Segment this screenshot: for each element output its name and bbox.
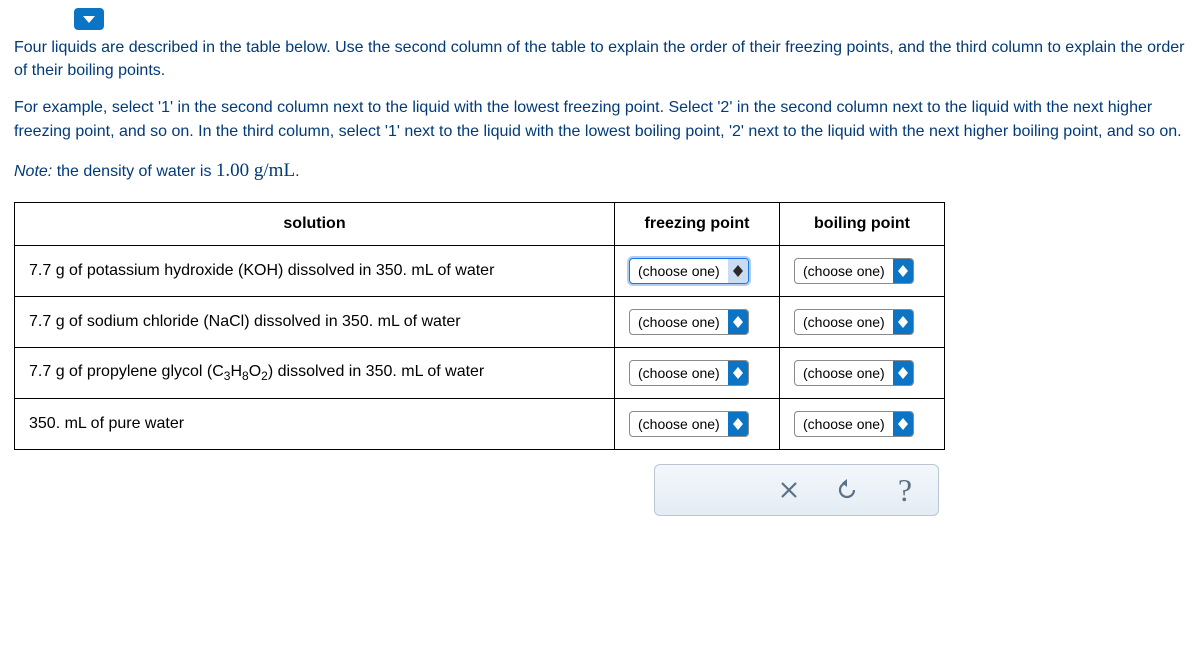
select-freezing-row1[interactable]: (choose one) (629, 309, 749, 335)
boiling-cell: (choose one) (780, 348, 945, 399)
instructions-p2: For example, select '1' in the second co… (14, 96, 1186, 142)
select-label: (choose one) (795, 259, 893, 283)
select-freezing-row3[interactable]: (choose one) (629, 411, 749, 437)
select-label: (choose one) (630, 412, 728, 436)
solution-cell: 350. mL of pure water (15, 399, 615, 450)
select-freezing-row2[interactable]: (choose one) (629, 360, 749, 386)
freezing-cell: (choose one) (615, 399, 780, 450)
solution-cell: 7.7 g of potassium hydroxide (KOH) disso… (15, 246, 615, 297)
table-row: 350. mL of pure water (choose one) (choose… (15, 399, 945, 450)
select-label: (choose one) (630, 310, 728, 334)
table-row: 7.7 g of propylene glycol (C3H8O2) disso… (15, 348, 945, 399)
select-boiling-row3[interactable]: (choose one) (794, 411, 914, 437)
header-boiling: boiling point (780, 203, 945, 246)
table-row: 7.7 g of sodium chloride (NaCl) dissolve… (15, 297, 945, 348)
solution-cell: 7.7 g of sodium chloride (NaCl) dissolve… (15, 297, 615, 348)
close-button[interactable] (774, 475, 804, 505)
help-button[interactable]: ? (890, 475, 920, 505)
instructions-p1: Four liquids are described in the table … (14, 36, 1186, 82)
reset-button[interactable] (832, 475, 862, 505)
note-period: . (295, 163, 299, 180)
density-value: 1.00 g/mL (216, 160, 295, 181)
select-label: (choose one) (795, 310, 893, 334)
freezing-cell: (choose one) (615, 348, 780, 399)
note-prefix: Note: (14, 163, 52, 180)
freezing-cell: (choose one) (615, 297, 780, 348)
updown-icon (728, 259, 748, 283)
select-label: (choose one) (795, 361, 893, 385)
table-row: 7.7 g of potassium hydroxide (KOH) disso… (15, 246, 945, 297)
select-label: (choose one) (630, 259, 728, 283)
instructions-note: Note: the density of water is 1.00 g/mL. (14, 157, 1186, 185)
updown-icon (893, 259, 913, 283)
boiling-cell: (choose one) (780, 399, 945, 450)
note-text: the density of water is (52, 163, 216, 180)
select-label: (choose one) (795, 412, 893, 436)
updown-icon (728, 310, 748, 334)
boiling-cell: (choose one) (780, 297, 945, 348)
select-boiling-row0[interactable]: (choose one) (794, 258, 914, 284)
solutions-table: solution freezing point boiling point 7.… (14, 202, 945, 450)
updown-icon (893, 412, 913, 436)
updown-icon (893, 310, 913, 334)
boiling-cell: (choose one) (780, 246, 945, 297)
select-freezing-row0[interactable]: (choose one) (629, 258, 749, 284)
select-label: (choose one) (630, 361, 728, 385)
select-boiling-row2[interactable]: (choose one) (794, 360, 914, 386)
header-solution: solution (15, 203, 615, 246)
updown-icon (728, 361, 748, 385)
freezing-cell: (choose one) (615, 246, 780, 297)
select-boiling-row1[interactable]: (choose one) (794, 309, 914, 335)
updown-icon (728, 412, 748, 436)
action-toolbar: ? (654, 464, 939, 516)
collapse-toggle[interactable] (74, 8, 104, 30)
updown-icon (893, 361, 913, 385)
solution-cell: 7.7 g of propylene glycol (C3H8O2) disso… (15, 348, 615, 399)
instructions: Four liquids are described in the table … (14, 36, 1186, 184)
header-freezing: freezing point (615, 203, 780, 246)
